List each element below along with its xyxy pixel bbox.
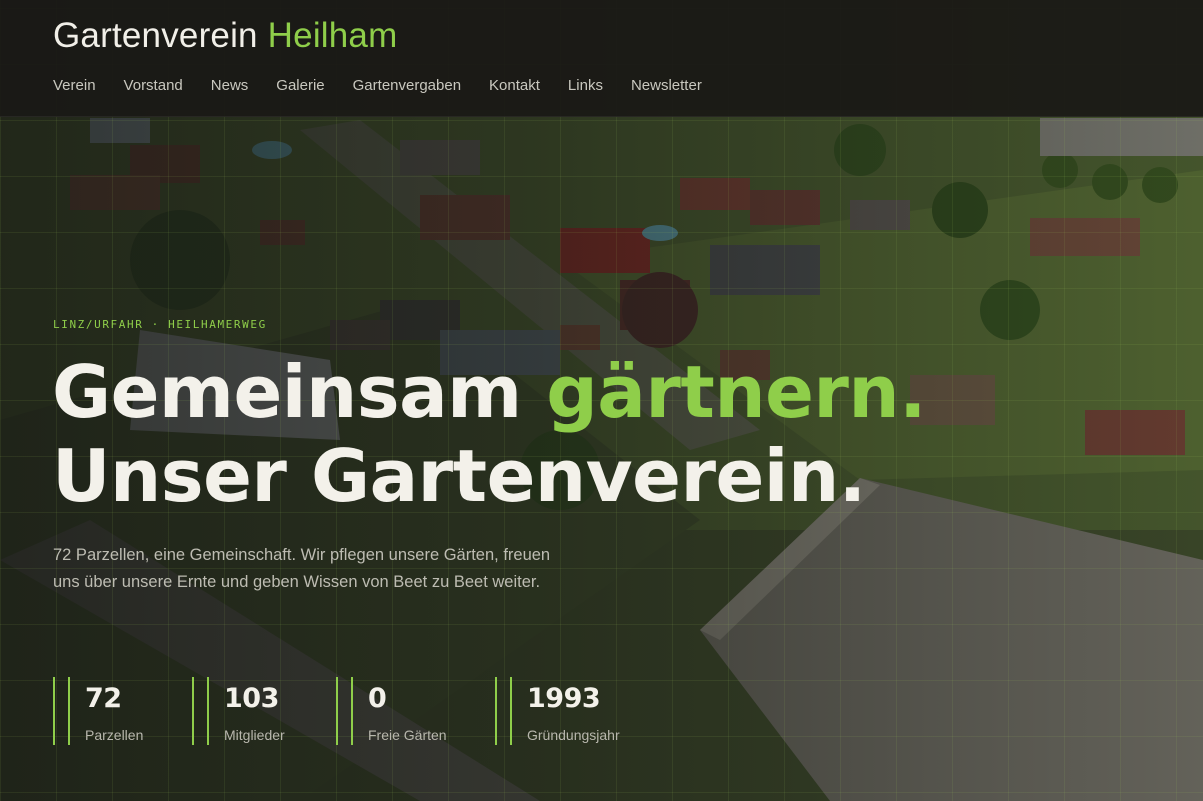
stat-marker [510,677,512,745]
nav-verein[interactable]: Verein [53,77,96,94]
main-nav: Verein Vorstand News Galerie Gartenverga… [53,77,702,94]
hero-lead: 72 Parzellen, eine Gemeinschaft. Wir pfl… [53,546,551,591]
nav-galerie[interactable]: Galerie [276,77,324,94]
stat-value: 103 [224,683,279,714]
nav-kontakt[interactable]: Kontakt [489,77,540,94]
stat-value: 0 [368,683,387,714]
stat-marker [495,677,497,745]
nav-news[interactable]: News [211,77,249,94]
headline-line2: Unser Gartenverein. [52,434,866,518]
stat-marker [53,677,55,745]
stat-label: Mitglieder [224,727,285,743]
stat-label: Freie Gärten [368,727,447,743]
brand-primary: Gartenverein [53,16,258,55]
stat-value: 1993 [527,683,601,714]
site-logo[interactable]: Gartenverein Heilham [53,16,397,56]
hero-headline: Gemeinsam gärtnern. Unser Gartenverein. [52,350,927,518]
nav-gartenvergaben[interactable]: Gartenvergaben [353,77,461,94]
stat-marker [192,677,194,745]
stat-marker [351,677,353,745]
stat-marker [336,677,338,745]
stat-label: Parzellen [85,727,144,743]
headline-line1-accent: gärtnern. [546,350,927,434]
site-header: Gartenverein Heilham Verein Vorstand New… [0,0,1203,117]
hero-eyebrow: LINZ/URFAHR · HEILHAMERWEG [53,318,267,331]
nav-links[interactable]: Links [568,77,603,94]
headline-line1-start: Gemeinsam [52,350,522,434]
stat-marker [207,677,209,745]
nav-vorstand[interactable]: Vorstand [124,77,183,94]
stat-value: 72 [85,683,122,714]
nav-newsletter[interactable]: Newsletter [631,77,702,94]
brand-accent: Heilham [267,16,398,55]
stat-label: Gründungsjahr [527,727,620,743]
stat-marker [68,677,70,745]
